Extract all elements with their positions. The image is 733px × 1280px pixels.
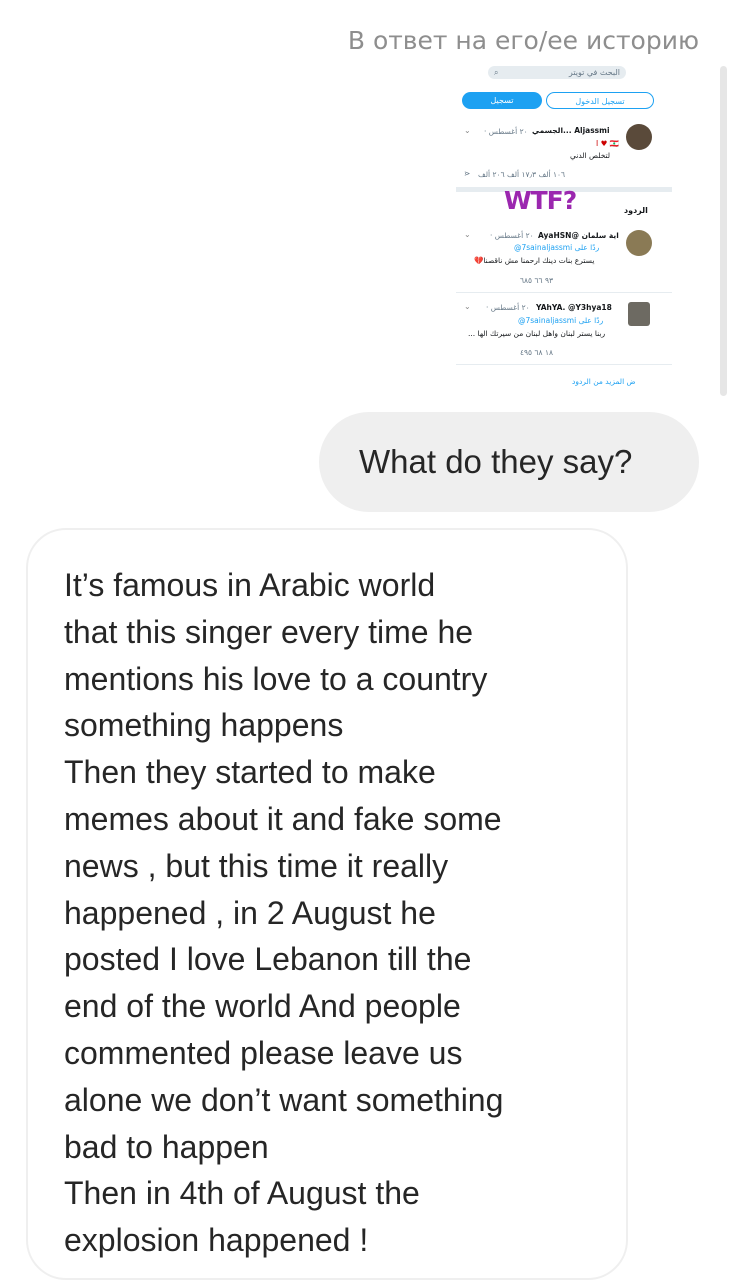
reply-date: ٢٠ أغسطس · (486, 303, 530, 312)
tweet-line-1: I ♥ 🇱🇧 (596, 139, 620, 148)
tweet-author: Aljassmi ...الجسمي (532, 126, 610, 135)
tweet-avatar (626, 124, 652, 150)
tweet-stats: ١٠٦ ألف ١٧٫٣ ألف ٢٠٦ ألف (478, 170, 566, 179)
divider (456, 292, 672, 293)
reply-to: ردًا على 7sainaljassmi@ (514, 243, 600, 252)
signup-button: تسجيل (462, 92, 542, 109)
reply-date: ٢٠ أغسطس · (490, 231, 534, 240)
chevron-down-icon: ⌄ (464, 230, 471, 239)
replies-header: الردود (624, 206, 648, 215)
reply-text: يسترع بنات دينك ارحمنا مش ناقصنا💔 (474, 256, 595, 265)
wtf-overlay-text: WTF? (504, 186, 577, 215)
divider (456, 364, 672, 365)
story-reply-label: В ответ на его/ее историю (347, 26, 699, 55)
chevron-down-icon: ⌄ (464, 302, 471, 311)
login-button: تسجيل الدخول (546, 92, 654, 109)
outgoing-message-text: What do they say? (359, 443, 633, 480)
reply-avatar (628, 302, 650, 326)
reply-author: YAhYA. @Y3hya18 (536, 303, 612, 312)
share-icon: ⋖ (464, 169, 471, 178)
more-replies-link: ض المزيد من الردود (572, 377, 636, 386)
reply-stats: ٩٣ ٦٦ ٦٨٥ (520, 276, 553, 285)
reply-text: ربنا يستر لبنان واهل لبنان من سيرتك الها… (468, 329, 606, 338)
incoming-message-text: It’s famous in Arabic world that this si… (64, 567, 504, 1259)
chevron-down-icon: ⌄ (464, 126, 471, 135)
reply-author: اية سلمان @AyaHSN (538, 231, 619, 240)
reply-to: ردًا على 7sainaljassmi@ (518, 316, 604, 325)
search-bar: ⌕ البحث في تويتر (488, 66, 626, 79)
search-icon: ⌕ (494, 68, 499, 77)
tweet-line-2: لتخلص الدني (570, 151, 611, 160)
tweet-date: ٢٠ أغسطس · (484, 127, 528, 136)
reply-avatar (626, 230, 652, 256)
story-preview-bar (720, 66, 727, 396)
reply-stats: ١٨ ٦٨ ٤٩٥ (520, 348, 553, 357)
story-preview[interactable]: ⌕ البحث في تويتر تسجيل الدخول تسجيل ⌄ ٢٠… (456, 66, 672, 396)
search-placeholder: البحث في تويتر (568, 68, 620, 77)
incoming-message[interactable]: It’s famous in Arabic world that this si… (26, 528, 628, 1280)
outgoing-message[interactable]: What do they say? (319, 412, 699, 512)
